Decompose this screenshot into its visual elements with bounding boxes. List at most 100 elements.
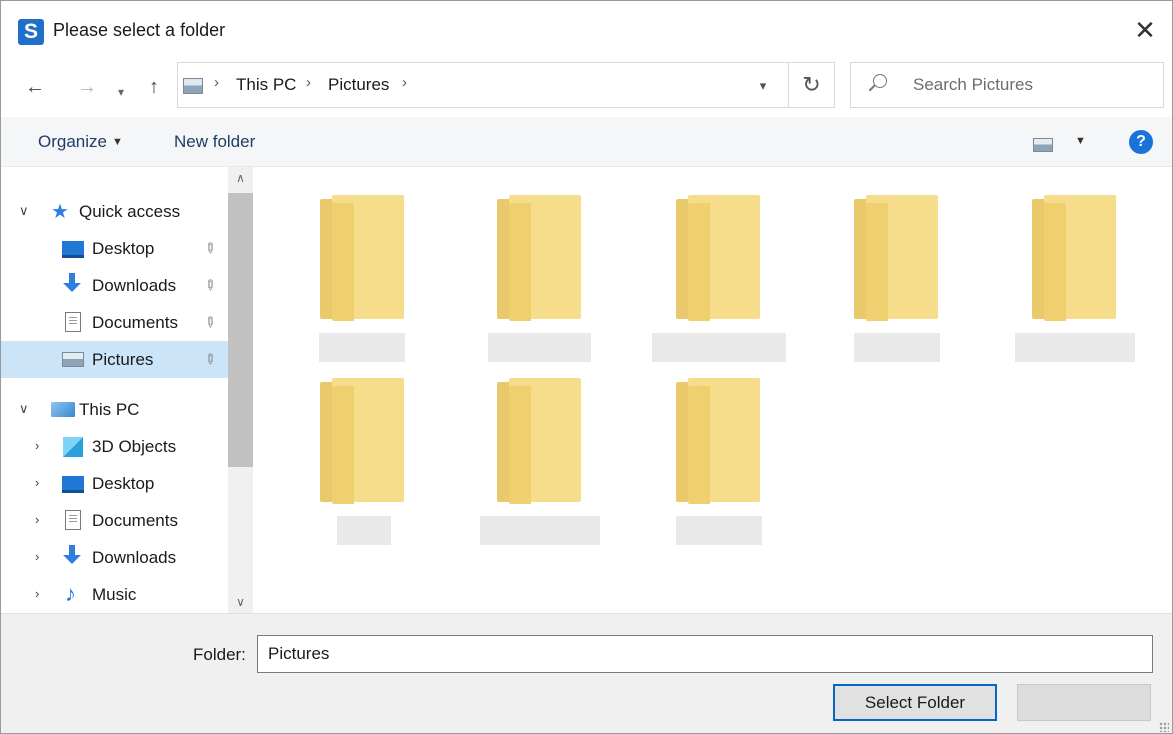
folder-name-redacted <box>1015 333 1135 362</box>
sidebar-item-label: Downloads <box>92 548 177 567</box>
organize-button[interactable]: Organize ▼ <box>38 132 123 152</box>
sidebar-item-label: This PC <box>79 400 140 419</box>
pictures-location-icon <box>183 78 203 94</box>
sidebar-scrollbar[interactable]: ∧ ∨ <box>228 167 253 613</box>
chevron-right-icon[interactable]: › <box>35 586 39 602</box>
sidebar-item-label: Quick access <box>79 202 181 221</box>
music-icon: ♪ <box>65 581 76 606</box>
back-button[interactable]: ← <box>25 75 45 99</box>
sidebar-item-label: Documents <box>92 313 178 332</box>
folder-name-redacted <box>652 333 786 362</box>
folder-item[interactable] <box>470 378 610 558</box>
chevron-down-icon[interactable]: ∨ <box>19 203 29 219</box>
chevron-right-icon[interactable]: › <box>35 549 39 565</box>
pin-icon[interactable]: ✎ <box>200 349 220 369</box>
computer-icon <box>51 402 75 417</box>
folder-item[interactable] <box>649 378 789 558</box>
folder-name-redacted <box>676 516 762 545</box>
help-icon[interactable]: ? <box>1129 130 1153 154</box>
breadcrumb-pictures[interactable]: Pictures <box>328 75 389 95</box>
star-icon: ★ <box>51 201 69 223</box>
address-bar[interactable]: › This PC › Pictures › ▾ <box>177 62 789 108</box>
scrollbar-thumb[interactable] <box>228 193 253 467</box>
folder-name-redacted <box>480 516 600 545</box>
folder-name-field[interactable]: Pictures <box>257 635 1153 673</box>
folder-item[interactable] <box>293 378 433 558</box>
chevron-right-icon[interactable]: › <box>35 475 39 491</box>
sidebar-item-label: Desktop <box>92 474 155 493</box>
documents-icon <box>65 312 81 332</box>
title-bar: S Please select a folder ✕ <box>1 1 1172 57</box>
folder-item[interactable] <box>1005 195 1145 375</box>
folder-view <box>253 167 1172 613</box>
sidebar-item-documents[interactable]: Documents ✎ <box>1 304 228 341</box>
sidebar-item-label: Downloads <box>92 276 177 295</box>
sidebar-item-label: Desktop <box>92 239 155 258</box>
up-button[interactable]: ↑ <box>149 75 159 99</box>
pin-icon[interactable]: ✎ <box>200 312 220 332</box>
change-view-button[interactable]: ▼ <box>1033 135 1086 157</box>
folder-field-label: Folder: <box>193 645 246 664</box>
search-box[interactable] <box>850 62 1164 108</box>
folder-item[interactable] <box>649 195 789 375</box>
folder-name-redacted <box>854 333 940 362</box>
sidebar-item-music[interactable]: › ♪ Music <box>1 576 228 613</box>
organize-label: Organize <box>38 132 107 151</box>
breadcrumb-separator[interactable]: › <box>306 74 311 91</box>
recent-locations-button[interactable]: ▾ <box>118 80 124 104</box>
folder-item[interactable] <box>470 195 610 375</box>
close-button[interactable]: ✕ <box>1126 13 1164 49</box>
sidebar-item-documents-pc[interactable]: › Documents <box>1 502 228 539</box>
sidebar-item-downloads-pc[interactable]: › Downloads <box>1 539 228 576</box>
pin-icon[interactable]: ✎ <box>200 275 220 295</box>
pin-icon[interactable]: ✎ <box>200 238 220 258</box>
sidebar-item-quick-access[interactable]: ∨ ★ Quick access <box>1 193 228 230</box>
breadcrumb-separator[interactable]: › <box>214 74 219 91</box>
caret-down-icon: ▼ <box>111 136 123 148</box>
chevron-right-icon[interactable]: › <box>35 512 39 528</box>
folder-icon <box>493 195 587 325</box>
downloads-icon <box>62 545 82 567</box>
sidebar-item-label: Documents <box>92 511 178 530</box>
forward-button[interactable]: → <box>77 75 97 99</box>
desktop-icon <box>62 241 84 258</box>
scroll-down-icon[interactable]: ∨ <box>228 591 253 613</box>
new-folder-button[interactable]: New folder <box>174 132 255 152</box>
caret-down-icon: ▼ <box>1075 135 1086 147</box>
sidebar-item-3d-objects[interactable]: › 3D Objects <box>1 428 228 465</box>
sidebar-item-desktop-pc[interactable]: › Desktop <box>1 465 228 502</box>
folder-icon <box>672 195 766 325</box>
sidebar-item-this-pc[interactable]: ∨ This PC <box>1 391 228 428</box>
folder-icon <box>493 378 587 508</box>
search-input[interactable] <box>911 73 1151 97</box>
sidebar-item-desktop[interactable]: Desktop ✎ <box>1 230 228 267</box>
breadcrumb-this-pc[interactable]: This PC <box>236 75 296 95</box>
3d-objects-icon <box>63 437 83 457</box>
chevron-right-icon[interactable]: › <box>35 438 39 454</box>
navigation-pane: ∨ ★ Quick access Desktop ✎ Downloads ✎ D… <box>1 167 253 613</box>
scroll-up-icon[interactable]: ∧ <box>228 167 253 189</box>
app-logo-icon: S <box>18 19 44 45</box>
sidebar-item-downloads[interactable]: Downloads ✎ <box>1 267 228 304</box>
navigation-bar: ← → ▾ ↑ › This PC › Pictures › ▾ ↻ <box>1 57 1172 117</box>
folder-name-redacted <box>319 333 405 362</box>
folder-icon <box>850 195 944 325</box>
resize-grip-icon[interactable] <box>1159 722 1169 732</box>
sidebar-item-pictures[interactable]: Pictures ✎ <box>1 341 228 378</box>
address-dropdown-icon[interactable]: ▾ <box>756 79 770 93</box>
refresh-button[interactable]: ↻ <box>789 62 835 108</box>
cancel-button[interactable] <box>1017 684 1151 721</box>
breadcrumb-separator[interactable]: › <box>402 74 407 91</box>
pictures-icon <box>62 352 84 367</box>
folder-item[interactable] <box>827 195 967 375</box>
folder-item[interactable] <box>293 195 433 375</box>
folder-icon <box>316 378 410 508</box>
search-icon <box>873 74 887 88</box>
footer-panel: Folder: Pictures Select Folder <box>1 613 1172 733</box>
select-folder-button[interactable]: Select Folder <box>833 684 997 721</box>
chevron-down-icon[interactable]: ∨ <box>19 401 29 417</box>
desktop-icon <box>62 476 84 493</box>
folder-picker-dialog: S Please select a folder ✕ ← → ▾ ↑ › Thi… <box>0 0 1173 734</box>
sidebar-item-label: Music <box>92 585 137 604</box>
documents-icon <box>65 510 81 530</box>
